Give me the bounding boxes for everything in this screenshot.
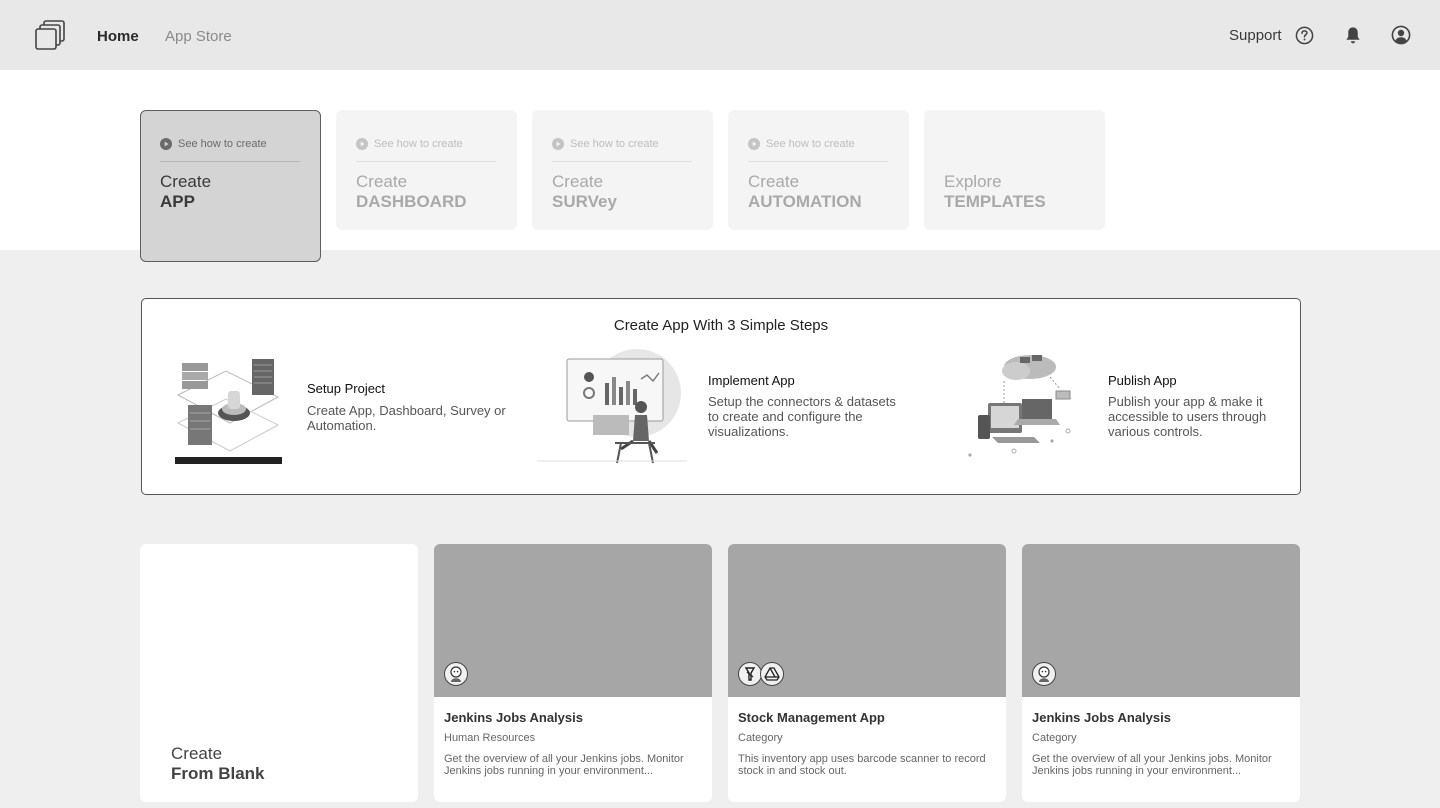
card-title: Create (160, 172, 212, 191)
steps-title: Create App With 3 Simple Steps (613, 317, 829, 334)
play-circle-icon (160, 138, 172, 150)
card-subtitle: APP (160, 192, 195, 211)
play-circle-icon (552, 138, 564, 150)
user-profile-icon[interactable] (1391, 25, 1411, 45)
nav-app-store[interactable]: App Store (165, 28, 232, 45)
support-link[interactable]: Support (1229, 27, 1282, 44)
create-survey-card[interactable]: See how to create Create SURVey (532, 110, 713, 230)
step-description: Setup the connectors & datasets to creat… (708, 394, 896, 439)
jenkins-icon (444, 662, 468, 686)
divider (748, 161, 888, 162)
app-category: Category (738, 732, 783, 744)
step-name: Setup Project (307, 381, 386, 396)
see-how-link[interactable]: See how to create (356, 138, 463, 150)
card-subtitle: TEMPLATES (944, 192, 1046, 211)
simple-steps-panel: Create App With 3 Simple Steps Setup Pro… (141, 298, 1301, 495)
app-description: Get the overview of all your Jenkins job… (444, 753, 684, 777)
top-bar: Home App Store Support (0, 0, 1440, 70)
step-description: Create App, Dashboard, Survey or Automat… (307, 403, 506, 433)
card-title: Create (171, 744, 223, 763)
create-from-blank-card[interactable]: Create From Blank (140, 544, 418, 802)
server-illustration-icon (175, 359, 282, 464)
drive-icon (760, 662, 784, 686)
app-card-stock[interactable]: Stock Management App Category This inven… (728, 544, 1006, 802)
app-name: Jenkins Jobs Analysis (444, 710, 583, 725)
explore-templates-card[interactable]: Explore TEMPLATES (924, 110, 1105, 230)
card-subtitle: SURVey (552, 192, 617, 211)
app-thumbnail (1022, 544, 1300, 697)
nav-home[interactable]: Home (97, 28, 139, 45)
see-how-link[interactable]: See how to create (160, 138, 267, 150)
see-how-label: See how to create (178, 138, 267, 150)
see-how-link[interactable]: See how to create (552, 138, 659, 150)
app-thumbnail (434, 544, 712, 697)
see-how-label: See how to create (374, 138, 463, 150)
dashboard-illustration-icon (537, 349, 687, 464)
divider (160, 161, 300, 162)
create-automation-card[interactable]: See how to create Create AUTOMATION (728, 110, 909, 230)
step-name: Publish App (1108, 373, 1177, 388)
see-how-link[interactable]: See how to create (748, 138, 855, 150)
card-title: Create (356, 172, 408, 191)
app-card-jenkins[interactable]: Jenkins Jobs Analysis Human Resources Ge… (434, 544, 712, 802)
step-name: Implement App (708, 373, 795, 388)
divider (552, 161, 692, 162)
divider (356, 161, 496, 162)
card-subtitle: DASHBOARD (356, 192, 467, 211)
card-title: Create (748, 172, 800, 191)
cloud-devices-illustration-icon (968, 355, 1071, 457)
app-description: Get the overview of all your Jenkins job… (1032, 753, 1272, 777)
card-subtitle: AUTOMATION (748, 192, 862, 211)
jenkins-icon (1032, 662, 1056, 686)
card-subtitle: From Blank (171, 764, 265, 783)
play-circle-icon (356, 138, 368, 150)
play-circle-icon (748, 138, 760, 150)
see-how-label: See how to create (766, 138, 855, 150)
app-name: Stock Management App (738, 710, 885, 725)
app-name: Jenkins Jobs Analysis (1032, 710, 1171, 725)
app-card-jenkins-2[interactable]: Jenkins Jobs Analysis Category Get the o… (1022, 544, 1300, 802)
help-circle-icon[interactable] (1295, 26, 1314, 45)
app-category: Human Resources (444, 732, 536, 744)
notification-bell-icon[interactable] (1344, 26, 1362, 45)
scanner-icon (738, 662, 762, 686)
step-description: Publish your app & make it accessible to… (1108, 394, 1267, 439)
app-logo-icon[interactable] (34, 19, 66, 51)
see-how-label: See how to create (570, 138, 659, 150)
app-category: Category (1032, 732, 1077, 744)
card-title: Explore (944, 172, 1002, 191)
app-description: This inventory app uses barcode scanner … (738, 753, 986, 777)
card-title: Create (552, 172, 604, 191)
create-app-card[interactable]: See how to create Create APP (140, 110, 321, 262)
create-dashboard-card[interactable]: See how to create Create DASHBOARD (336, 110, 517, 230)
